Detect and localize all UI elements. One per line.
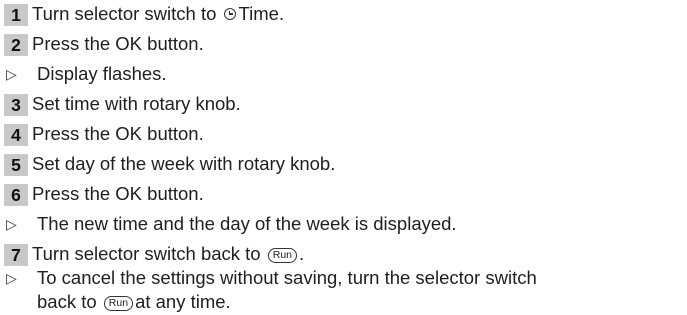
step-text-after: . xyxy=(299,243,305,264)
step-text: Press the OK button. xyxy=(32,183,204,204)
result-triangle-icon: ▷ xyxy=(6,66,17,82)
step-text: Turn selector switch back to xyxy=(32,243,261,264)
result-3-continuation: back to Run at any time. xyxy=(37,290,683,314)
step-text: Press the OK button. xyxy=(32,123,204,144)
step-2: 2 Press the OK button. xyxy=(4,32,683,56)
result-text-after: at any time. xyxy=(135,291,231,312)
step-5: 5 Set day of the week with rotary knob. xyxy=(4,152,683,176)
step-4: 4 Press the OK button. xyxy=(4,122,683,146)
step-number: 3 xyxy=(4,94,28,116)
step-number: 4 xyxy=(4,124,28,146)
step-3: 3 Set time with rotary knob. xyxy=(4,92,683,116)
result-text: To cancel the settings without saving, t… xyxy=(37,267,537,288)
step-number: 1 xyxy=(4,4,28,26)
result-3: ▷ To cancel the settings without saving, … xyxy=(4,266,683,290)
step-text: Press the OK button. xyxy=(32,33,204,54)
result-1: ▷ Display flashes. xyxy=(4,62,683,86)
step-number: 2 xyxy=(4,34,28,56)
instruction-list: 1 Turn selector switch to Time. 2 Press th… xyxy=(0,0,687,315)
step-number: 6 xyxy=(4,184,28,206)
result-2: ▷ The new time and the day of the week is… xyxy=(4,212,683,236)
step-text: Set day of the week with rotary knob. xyxy=(32,153,336,174)
result-triangle-icon: ▷ xyxy=(6,270,17,286)
clock-icon xyxy=(223,8,236,20)
run-symbol: Run xyxy=(103,296,134,311)
result-triangle-icon: ▷ xyxy=(6,216,17,232)
step-text: Turn selector switch to xyxy=(32,3,217,24)
run-symbol: Run xyxy=(267,248,298,263)
step-6: 6 Press the OK button. xyxy=(4,182,683,206)
result-text: Display flashes. xyxy=(37,63,167,84)
step-number: 5 xyxy=(4,154,28,176)
step-7: 7 Turn selector switch back to Run. xyxy=(4,242,683,266)
step-text-after: Time. xyxy=(238,3,285,24)
result-text-cont: back to xyxy=(37,291,97,312)
step-number: 7 xyxy=(4,244,28,266)
step-text: Set time with rotary knob. xyxy=(32,93,241,114)
step-1: 1 Turn selector switch to Time. xyxy=(4,2,683,26)
result-text: The new time and the day of the week is … xyxy=(37,213,457,234)
